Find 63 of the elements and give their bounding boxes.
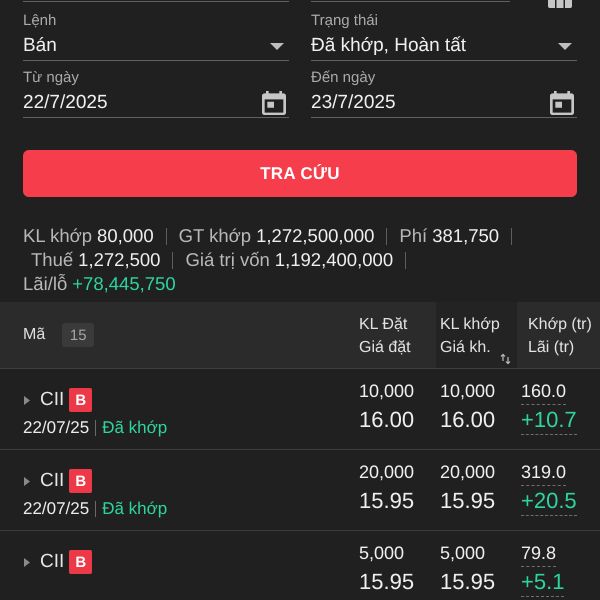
dropdown-field[interactable]: Đã khớp, Hoàn tất xyxy=(311,29,577,61)
field-label: Đến ngày xyxy=(311,69,376,86)
field-label: Lệnh xyxy=(23,12,58,29)
cell-value: 20,000 xyxy=(440,461,496,483)
calendar-icon[interactable] xyxy=(550,91,574,115)
cell-value: 79.8 xyxy=(521,542,556,567)
cell-value: 15.95 xyxy=(440,487,496,515)
summary-value: 1,192,400,000 xyxy=(274,248,394,272)
cell-value: +20.5 xyxy=(521,487,577,516)
order-date: 22/07/25 xyxy=(23,498,90,520)
cell-value: 16.00 xyxy=(440,406,496,434)
order-date: 22/07/25 xyxy=(23,417,90,439)
field-label: Trạng thái xyxy=(311,12,379,29)
column-header[interactable]: KL khớp Giá kh. xyxy=(436,302,517,368)
stock-symbol: CII xyxy=(40,470,64,492)
column-header[interactable]: Khớp (tr) Lãi (tr) xyxy=(517,302,600,368)
dropdown-caret-icon xyxy=(270,42,284,50)
summary-label: KL khớp xyxy=(23,224,92,248)
calendar-icon[interactable] xyxy=(262,91,286,115)
cell-value: 10,000 xyxy=(440,380,496,402)
count-badge: 15 xyxy=(62,323,94,347)
cell-value: 5,000 xyxy=(440,542,486,564)
cell-value: 10,000 xyxy=(359,380,414,402)
cell-value: 319.0 xyxy=(521,461,566,486)
summary-label: Thuế xyxy=(31,248,74,272)
cell-value: 5,000 xyxy=(359,542,404,564)
order-status: Đã khớp xyxy=(102,417,168,439)
date-field[interactable]: 23/7/2025 xyxy=(311,86,577,118)
cell-value: 15.95 xyxy=(359,487,414,515)
dropdown-caret-icon xyxy=(558,42,572,50)
summary-value: +78,445,750 xyxy=(72,272,176,296)
cell-value: 15.95 xyxy=(440,568,496,596)
cell-value: 20,000 xyxy=(359,461,414,483)
summary-value: 80,000 xyxy=(97,224,154,248)
column-header[interactable]: Mã xyxy=(23,326,46,344)
stock-symbol: CII xyxy=(40,551,64,573)
column-header[interactable]: KL Đặt Giá đặt xyxy=(355,302,436,368)
cell-value: +5.1 xyxy=(521,568,564,597)
cell-value: +10.7 xyxy=(521,406,577,435)
expand-caret-icon[interactable] xyxy=(24,476,30,486)
summary-label: Lãi/lỗ xyxy=(23,272,68,296)
summary-value: 381,750 xyxy=(432,224,500,248)
side-badge: B xyxy=(69,550,92,574)
calendar-icon[interactable] xyxy=(548,0,572,8)
cell-value: 16.00 xyxy=(359,406,414,434)
sort-icon[interactable] xyxy=(500,353,511,365)
search-button[interactable]: TRA CỨU xyxy=(23,150,577,197)
summary-value: 1,272,500,000 xyxy=(256,224,374,248)
cell-value: 160.0 xyxy=(521,380,566,405)
date-field[interactable]: 22/7/2025 xyxy=(23,86,289,118)
summary-value: 1,272,500 xyxy=(78,248,160,272)
expand-caret-icon[interactable] xyxy=(24,396,30,404)
cell-value: 15.95 xyxy=(359,568,414,596)
stock-symbol: CII xyxy=(40,389,64,411)
summary-label: Giá trị vốn xyxy=(185,248,270,272)
side-badge: B xyxy=(69,469,92,493)
summary-label: GT khớp xyxy=(178,224,252,248)
summary-label: Phí xyxy=(399,224,428,248)
expand-caret-icon[interactable] xyxy=(24,558,30,566)
side-badge: B xyxy=(69,388,92,412)
field-label: Từ ngày xyxy=(23,69,80,86)
order-status: Đã khớp xyxy=(102,498,168,520)
dropdown-field[interactable]: Bán xyxy=(23,29,289,61)
